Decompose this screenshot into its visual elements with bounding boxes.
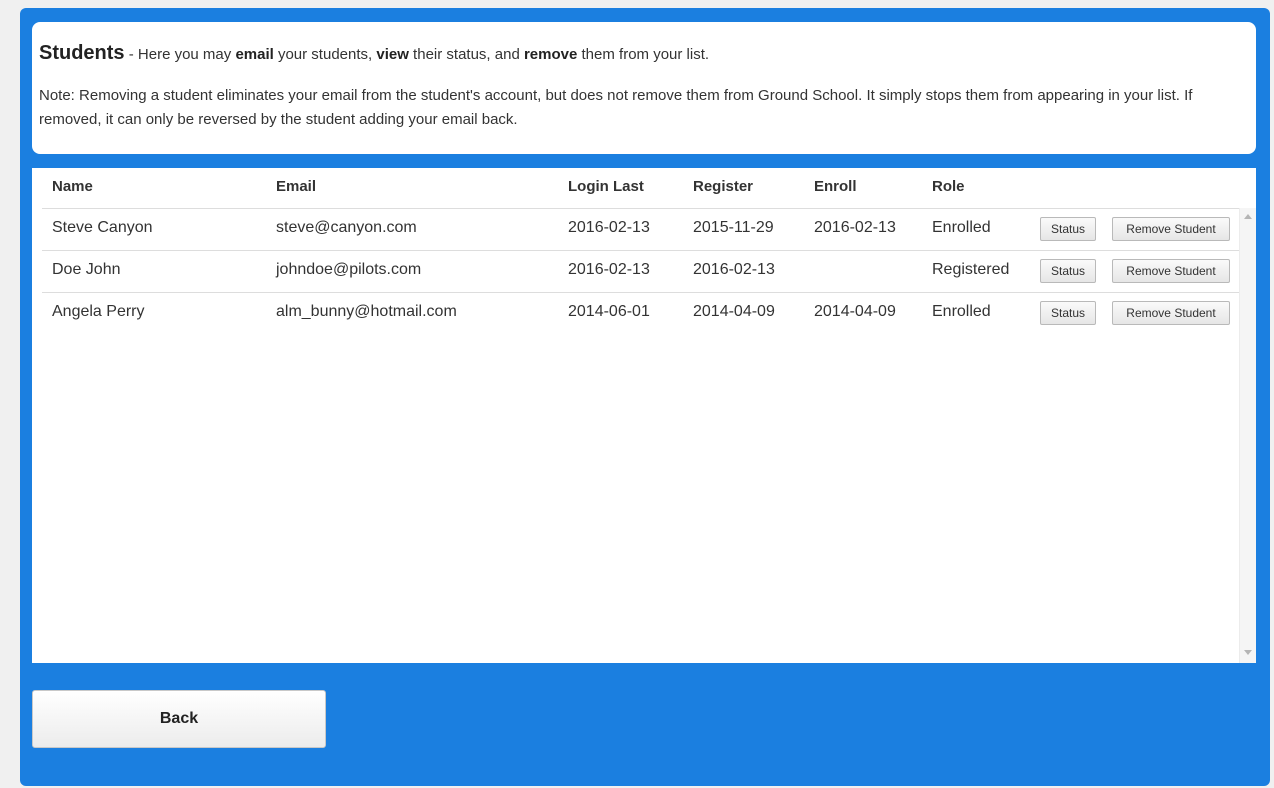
app-frame: Students - Here you may email your stude… bbox=[20, 8, 1270, 786]
remove-student-button[interactable]: Remove Student bbox=[1112, 259, 1230, 283]
cell-role: Enrolled bbox=[932, 219, 991, 236]
cell-role: Enrolled bbox=[932, 303, 991, 320]
cell-email: alm_bunny@hotmail.com bbox=[276, 303, 457, 320]
header-enroll[interactable]: Enroll bbox=[814, 178, 857, 195]
cell-register: 2016-02-13 bbox=[693, 261, 775, 278]
header-register[interactable]: Register bbox=[693, 178, 753, 195]
scroll-down-icon[interactable] bbox=[1244, 650, 1252, 655]
cell-name: Steve Canyon bbox=[52, 219, 153, 236]
intro-keyword-remove: remove bbox=[523, 46, 578, 63]
info-panel: Students - Here you may email your stude… bbox=[32, 22, 1256, 154]
intro-text-part: them from your list. bbox=[577, 46, 710, 63]
remove-student-button[interactable]: Remove Student bbox=[1112, 217, 1230, 241]
table-row: Angela Perry alm_bunny@hotmail.com 2014-… bbox=[42, 293, 1242, 334]
remove-student-button[interactable]: Remove Student bbox=[1112, 301, 1230, 325]
cell-login-last: 2014-06-01 bbox=[568, 303, 650, 320]
students-table: Name Email Login Last Register Enroll Ro… bbox=[32, 168, 1256, 663]
back-button[interactable]: Back bbox=[32, 690, 326, 748]
header-name[interactable]: Name bbox=[52, 178, 93, 195]
scroll-up-icon[interactable] bbox=[1244, 214, 1252, 219]
cell-role: Registered bbox=[932, 261, 1010, 278]
cell-enroll: 2016-02-13 bbox=[814, 219, 896, 236]
table-header: Name Email Login Last Register Enroll Ro… bbox=[42, 168, 1242, 209]
status-button[interactable]: Status bbox=[1040, 259, 1096, 283]
table-row: Steve Canyon steve@canyon.com 2016-02-13… bbox=[42, 209, 1242, 251]
intro-keyword-view: view bbox=[376, 46, 409, 63]
header-role[interactable]: Role bbox=[932, 178, 965, 195]
status-button[interactable]: Status bbox=[1040, 301, 1096, 325]
cell-register: 2014-04-09 bbox=[693, 303, 775, 320]
note-text: Note: Removing a student eliminates your… bbox=[39, 87, 1193, 128]
intro-text-part: their status, and bbox=[408, 46, 524, 63]
table-body: Steve Canyon steve@canyon.com 2016-02-13… bbox=[42, 209, 1242, 334]
intro-text: Students - Here you may email your stude… bbox=[39, 42, 1251, 65]
cell-email: steve@canyon.com bbox=[276, 219, 417, 236]
header-email[interactable]: Email bbox=[276, 178, 316, 195]
page-title: Students bbox=[39, 42, 125, 64]
cell-login-last: 2016-02-13 bbox=[568, 219, 650, 236]
cell-register: 2015-11-29 bbox=[693, 219, 774, 236]
cell-name: Doe John bbox=[52, 261, 121, 278]
intro-keyword-email: email bbox=[235, 46, 274, 63]
cell-name: Angela Perry bbox=[52, 303, 145, 320]
table-row: Doe John johndoe@pilots.com 2016-02-13 2… bbox=[42, 251, 1242, 293]
intro-text-part: your students, bbox=[273, 46, 377, 63]
cell-login-last: 2016-02-13 bbox=[568, 261, 650, 278]
cell-enroll: 2014-04-09 bbox=[814, 303, 896, 320]
cell-email: johndoe@pilots.com bbox=[276, 261, 422, 278]
header-login-last[interactable]: Login Last bbox=[568, 178, 644, 195]
intro-text-part: - Here you may bbox=[124, 46, 236, 63]
status-button[interactable]: Status bbox=[1040, 217, 1096, 241]
table-scrollbar[interactable] bbox=[1239, 208, 1256, 663]
